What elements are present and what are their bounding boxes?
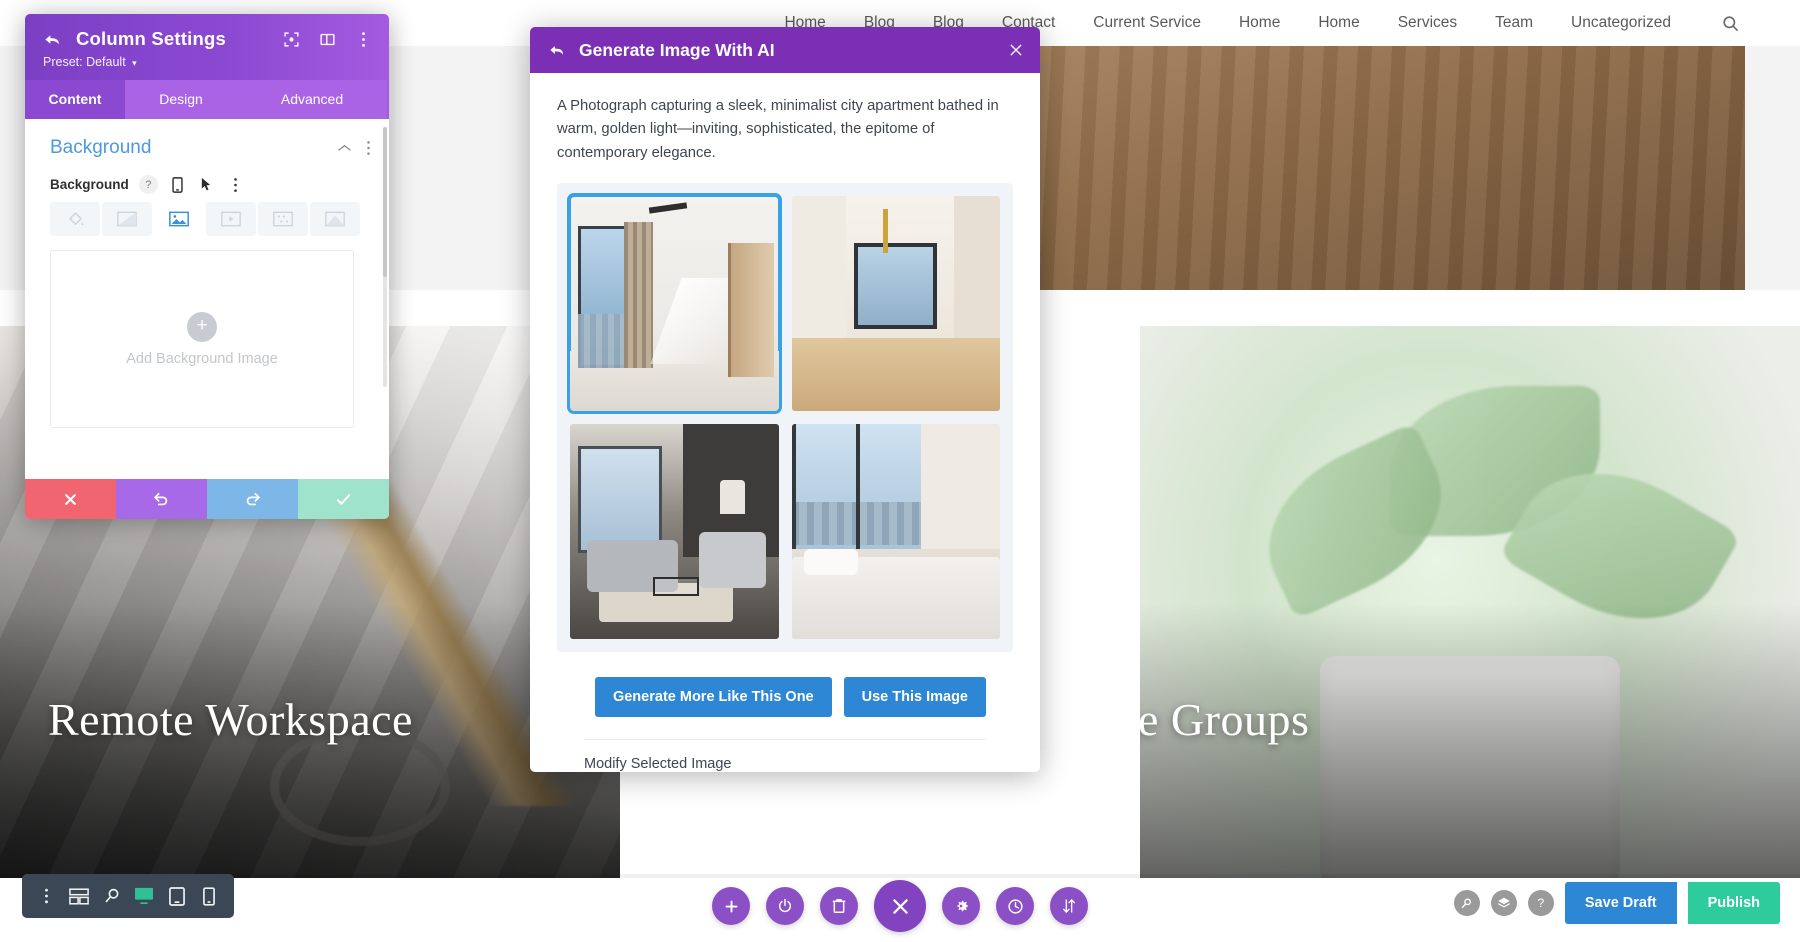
ai-primary-actions: Generate More Like This One Use This Ima… <box>557 652 1013 718</box>
chevron-up-icon[interactable] <box>337 143 352 153</box>
add-background-image-dropzone[interactable]: + Add Background Image <box>50 250 354 428</box>
ai-result-thumbnail[interactable] <box>570 424 779 640</box>
wireframe-power-icon[interactable] <box>766 887 804 925</box>
generate-more-like-this-one-button[interactable]: Generate More Like This One <box>594 677 832 718</box>
settings-panel-title: Column Settings <box>76 28 226 49</box>
card-title: Remote Workspace <box>48 694 413 745</box>
question-mark-icon[interactable]: ? <box>138 175 158 194</box>
card-title: Large Groups <box>1140 694 1310 745</box>
background-image-icon[interactable] <box>154 202 204 236</box>
trash-icon[interactable] <box>820 887 858 925</box>
ai-modal-header: Generate Image With AI <box>530 27 1040 73</box>
more-vertical-icon[interactable] <box>354 30 373 49</box>
preset-label: Preset: Default <box>43 55 126 69</box>
generate-image-with-ai-modal: Generate Image With AI A Photograph capt… <box>530 27 1040 772</box>
background-gradient-icon[interactable] <box>102 202 152 236</box>
tab-advanced[interactable]: Advanced <box>237 80 387 119</box>
mobile-device-icon[interactable] <box>168 175 187 194</box>
nav-link-uncategorized[interactable]: Uncategorized <box>1571 14 1671 32</box>
settings-panel-body: Background Background ? + Add Background… <box>25 119 389 479</box>
cancel-button[interactable] <box>25 479 116 519</box>
save-draft-button[interactable]: Save Draft <box>1564 882 1677 924</box>
nav-link-team[interactable]: Team <box>1495 14 1533 32</box>
more-vertical-icon[interactable] <box>32 879 62 913</box>
page-root: Remote Workspace Large Groups Home Blog … <box>0 0 1800 942</box>
nav-link-services[interactable]: Services <box>1398 14 1457 32</box>
close-menu-icon[interactable] <box>874 880 926 932</box>
more-vertical-icon[interactable] <box>366 140 371 156</box>
ai-result-thumbnail[interactable] <box>791 196 1000 412</box>
plus-icon: + <box>187 311 217 342</box>
ai-modal-body: A Photograph capturing a sleek, minimali… <box>530 73 1040 772</box>
ai-result-thumbnail[interactable] <box>567 193 782 415</box>
background-mask-icon[interactable] <box>310 202 360 236</box>
background-type-selector[interactable] <box>25 194 389 236</box>
layout-columns-icon[interactable] <box>318 30 337 49</box>
nav-link-home-2[interactable]: Home <box>1239 14 1280 32</box>
scrollbar-thumb[interactable] <box>383 127 387 277</box>
background-video-icon[interactable] <box>206 202 256 236</box>
back-arrow-icon[interactable] <box>548 42 566 58</box>
use-this-image-button[interactable]: Use This Image <box>843 677 986 718</box>
back-arrow-icon[interactable] <box>43 31 62 48</box>
settings-scrollbar[interactable] <box>383 127 387 387</box>
zoom-search-icon[interactable] <box>97 879 127 913</box>
background-pattern-icon[interactable] <box>258 202 308 236</box>
ai-modal-title: Generate Image With AI <box>579 39 775 60</box>
settings-panel-footer <box>25 479 389 519</box>
portability-icon[interactable] <box>1050 887 1088 925</box>
close-icon[interactable] <box>1008 42 1024 58</box>
wireframe-layout-icon[interactable] <box>65 879 95 913</box>
help-circle-icon[interactable]: ? <box>1527 890 1554 916</box>
bottom-bar-shadow <box>0 874 1800 878</box>
background-field-row: Background ? <box>25 163 389 194</box>
undo-button[interactable] <box>116 479 207 519</box>
photo-card-large-groups: Large Groups <box>1140 326 1800 942</box>
ai-result-thumbnail[interactable] <box>791 424 1000 640</box>
settings-panel-tabs[interactable]: Content Design Advanced <box>25 80 389 119</box>
layers-circle-icon[interactable] <box>1490 890 1517 916</box>
cursor-pointer-icon[interactable] <box>197 175 216 194</box>
redo-button[interactable] <box>207 479 298 519</box>
mobile-view-icon[interactable] <box>195 879 225 913</box>
more-vertical-icon[interactable] <box>226 175 245 194</box>
nav-link-current-service[interactable]: Current Service <box>1093 14 1201 32</box>
column-settings-panel: Column Settings Preset: Default ▾ Conten… <box>25 14 389 519</box>
ai-results-grid <box>557 183 1013 653</box>
tab-design[interactable]: Design <box>125 80 237 119</box>
editor-action-bar <box>712 880 1088 932</box>
tablet-view-icon[interactable] <box>162 879 192 913</box>
chevron-down-icon: ▾ <box>132 58 137 68</box>
background-color-icon[interactable] <box>50 202 100 236</box>
preset-selector[interactable]: Preset: Default ▾ <box>43 55 373 69</box>
nav-link-home-3[interactable]: Home <box>1318 14 1359 32</box>
viewport-toolbar <box>22 874 234 918</box>
modify-selected-image-label: Modify Selected Image <box>584 756 732 772</box>
settings-gear-icon[interactable] <box>942 887 980 925</box>
publish-button[interactable]: Publish <box>1687 882 1780 924</box>
tab-content[interactable]: Content <box>25 80 125 119</box>
background-section-header: Background <box>25 119 389 163</box>
add-background-image-label: Add Background Image <box>126 350 278 367</box>
section-title: Background <box>50 137 152 158</box>
search-circle-icon[interactable] <box>1453 890 1480 916</box>
focus-target-icon[interactable] <box>282 30 301 49</box>
editor-save-bar: ? Save Draft Publish <box>1453 882 1780 924</box>
add-section-icon[interactable] <box>712 887 750 925</box>
save-button[interactable] <box>298 479 389 519</box>
background-field-label: Background <box>50 177 129 192</box>
settings-panel-header: Column Settings Preset: Default ▾ <box>25 14 389 80</box>
ai-prompt-text: A Photograph capturing a sleek, minimali… <box>557 98 999 161</box>
desktop-view-icon[interactable] <box>130 879 160 913</box>
search-icon[interactable] <box>1721 14 1740 33</box>
history-clock-icon[interactable] <box>996 887 1034 925</box>
